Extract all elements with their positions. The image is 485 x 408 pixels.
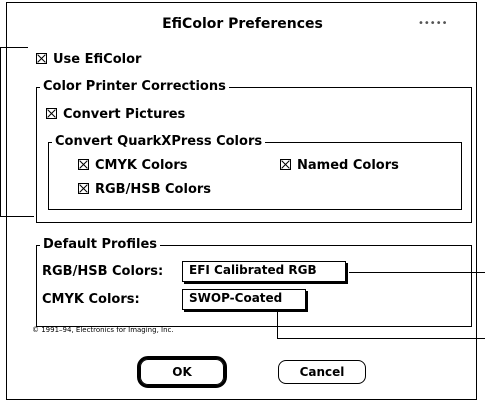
cmyk-colors-label: CMYK Colors bbox=[95, 158, 188, 173]
default-profiles-label: Default Profiles bbox=[40, 237, 161, 252]
ok-button[interactable]: OK bbox=[137, 356, 227, 388]
copyright-text: © 1991–94, Electronics for Imaging, Inc. bbox=[32, 326, 174, 334]
use-eficolor-check-icon bbox=[36, 53, 47, 64]
rgb-hsb-colors-checkbox[interactable]: RGB/HSB Colors bbox=[78, 182, 211, 197]
cmyk-profile-label: CMYK Colors: bbox=[42, 292, 140, 307]
named-colors-checkbox[interactable]: Named Colors bbox=[280, 158, 399, 173]
cmyk-colors-checkbox[interactable]: CMYK Colors bbox=[78, 158, 188, 173]
convert-pictures-checkbox[interactable]: Convert Pictures bbox=[46, 107, 185, 122]
convert-quarkxpress-colors-group bbox=[48, 142, 462, 210]
callout-line-left-vertical bbox=[0, 47, 1, 217]
rgb-profile-popup[interactable]: EFI Calibrated RGB bbox=[182, 261, 346, 282]
cancel-button[interactable]: Cancel bbox=[278, 360, 366, 384]
convert-pictures-check-icon bbox=[46, 108, 57, 119]
cmyk-colors-check-icon bbox=[78, 159, 89, 170]
callout-line-left-bottom bbox=[0, 216, 34, 217]
cancel-button-label: Cancel bbox=[299, 365, 345, 379]
use-eficolor-label: Use EfiColor bbox=[53, 52, 142, 67]
callout-line-left-top bbox=[0, 47, 28, 48]
ok-button-label: OK bbox=[172, 365, 192, 379]
callout-line-right-top bbox=[349, 272, 485, 273]
cmyk-profile-popup[interactable]: SWOP-Coated bbox=[182, 289, 306, 310]
rgb-profile-label: RGB/HSB Colors: bbox=[42, 264, 164, 279]
named-colors-label: Named Colors bbox=[297, 158, 399, 173]
rgb-hsb-colors-label: RGB/HSB Colors bbox=[95, 182, 212, 197]
dialog-title: EfiColor Preferences bbox=[162, 16, 323, 32]
named-colors-check-icon bbox=[280, 159, 291, 170]
rgb-hsb-colors-check-icon bbox=[78, 183, 89, 194]
callout-line-right-vertical bbox=[277, 312, 278, 338]
convert-pictures-label: Convert Pictures bbox=[63, 107, 186, 122]
default-profiles-group bbox=[36, 245, 472, 327]
convert-quarkxpress-colors-label: Convert QuarkXPress Colors bbox=[52, 134, 266, 149]
use-eficolor-checkbox[interactable]: Use EfiColor bbox=[36, 52, 141, 67]
window-grip-icon[interactable]: ••••• bbox=[418, 18, 448, 29]
color-printer-corrections-label: Color Printer Corrections bbox=[40, 79, 229, 94]
callout-line-right-bottom bbox=[277, 338, 485, 339]
